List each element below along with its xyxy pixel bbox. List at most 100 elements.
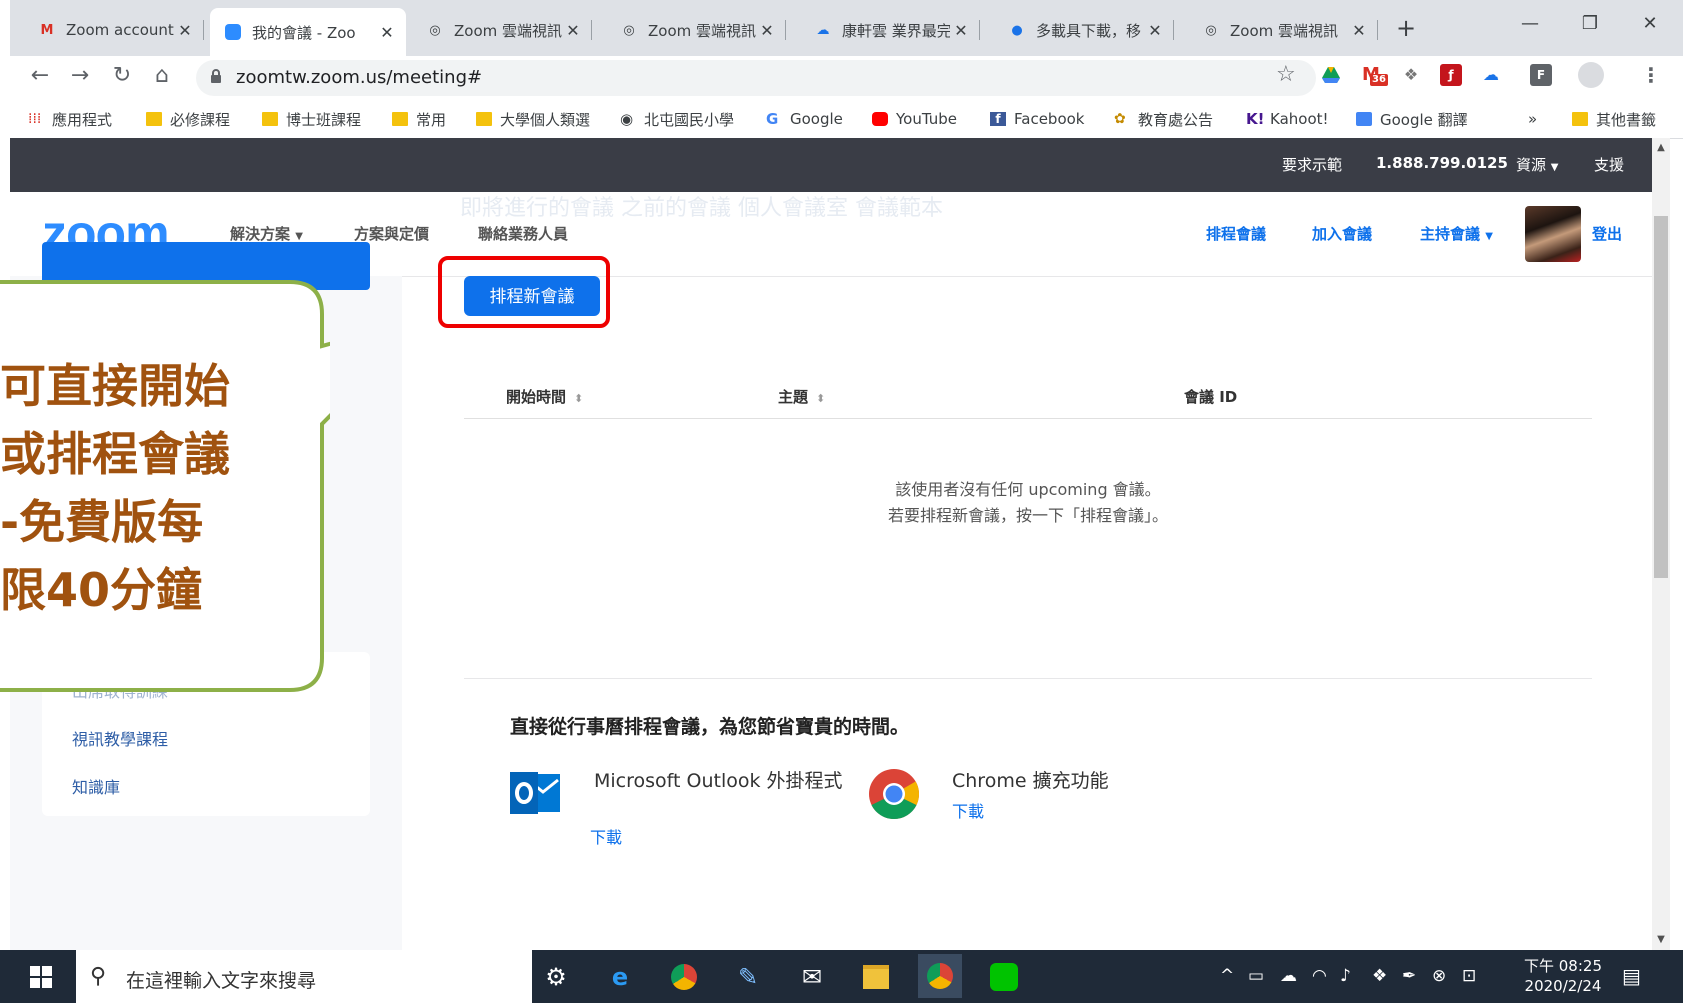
chrome-active-taskbar-icon[interactable]	[918, 954, 962, 998]
onedrive-icon[interactable]: ☁	[1280, 966, 1297, 986]
request-demo-link[interactable]: 要求示範	[1282, 154, 1342, 175]
caret-down-icon: ▼	[1550, 162, 1559, 173]
windows-start-icon[interactable]	[30, 966, 52, 988]
profile-icon[interactable]	[1578, 62, 1604, 88]
new-tab-button[interactable]: +	[1396, 14, 1416, 42]
close-icon[interactable]: ✕	[756, 21, 778, 40]
outlook-download-link[interactable]: 下載	[590, 824, 622, 848]
bookmark-other[interactable]: 其他書籤	[1572, 107, 1656, 131]
callout-line-2: 或排程會議	[0, 427, 230, 481]
cloud-ext-icon[interactable]: ☁	[1480, 64, 1502, 86]
column-topic[interactable]: 主題 ⬍	[778, 386, 825, 407]
back-button[interactable]: ←	[24, 60, 56, 92]
restore-button[interactable]: ❐	[1562, 8, 1618, 40]
close-icon[interactable]: ✕	[376, 23, 398, 42]
bookmark-star-icon[interactable]: ☆	[1276, 62, 1296, 87]
home-button[interactable]: ⌂	[146, 60, 178, 92]
url-text[interactable]: zoomtw.zoom.us/meeting#	[236, 64, 482, 92]
solutions-menu[interactable]: 解決方案 ▼	[230, 223, 303, 244]
close-icon[interactable]: ✕	[562, 21, 584, 40]
join-meeting-link[interactable]: 加入會議	[1312, 223, 1372, 244]
reload-button[interactable]: ↻	[106, 60, 138, 92]
battery-icon[interactable]: ▭	[1248, 966, 1264, 986]
close-icon[interactable]: ✕	[950, 21, 972, 40]
sidebar-link-video-tutorials[interactable]: 視訊教學課程	[72, 726, 168, 750]
clock[interactable]: 下午 08:25 2020/2/24	[1524, 956, 1602, 996]
bookmark-school[interactable]: ◉ 北屯國民小學	[620, 107, 734, 131]
scroll-up-arrow[interactable]: ▲	[1652, 142, 1670, 153]
notifications-icon[interactable]: ▤	[1622, 964, 1641, 988]
dropbox-icon[interactable]: ❖	[1400, 64, 1422, 86]
tab-zoom-3[interactable]: ◎ Zoom 雲端視訊 ✕	[1188, 10, 1378, 50]
host-meeting-menu[interactable]: 主持會議 ▼	[1420, 223, 1493, 244]
bookmark-folder-common[interactable]: 常用	[392, 107, 446, 131]
chrome-taskbar-icon[interactable]	[668, 962, 700, 992]
dropbox-tray-icon[interactable]: ❖	[1372, 966, 1387, 986]
support-link[interactable]: 支援	[1594, 154, 1624, 175]
paint-icon[interactable]: ✎	[732, 962, 764, 992]
bookmark-apps[interactable]: ⁞⁞⁞ 應用程式	[28, 107, 112, 131]
bookmark-youtube[interactable]: YouTube	[872, 107, 957, 131]
bookmark-kahoot[interactable]: K! Kahoot!	[1246, 107, 1329, 131]
wifi-icon[interactable]: ◠	[1312, 966, 1327, 986]
edge-icon[interactable]: e	[604, 962, 636, 992]
volume-icon[interactable]: ♪	[1340, 966, 1351, 986]
tab-zoom-1[interactable]: ◎ Zoom 雲端視訊 ✕	[412, 10, 592, 50]
drive-icon[interactable]	[1320, 64, 1342, 86]
gmail-checker-icon[interactable]: M36	[1360, 64, 1388, 86]
menu-dots-icon[interactable]: ⋮	[1640, 64, 1662, 86]
callout-line-4: 限40分鐘	[0, 563, 203, 617]
search-icon: ⚲	[90, 964, 107, 989]
close-icon[interactable]: ✕	[1348, 21, 1370, 40]
forward-button[interactable]: →	[64, 60, 96, 92]
close-icon[interactable]: ✕	[174, 21, 196, 40]
plans-link[interactable]: 方案與定價	[354, 223, 429, 244]
sync-icon[interactable]: ⊗	[1432, 966, 1446, 986]
caret-down-icon: ▼	[1485, 231, 1493, 242]
bookmark-folder-university[interactable]: 大學個人類選	[476, 107, 590, 131]
phone-link[interactable]: 1.888.799.0125	[1376, 154, 1508, 172]
tray-overflow-icon[interactable]: ^	[1220, 966, 1234, 986]
sort-icon: ⬍	[574, 392, 584, 405]
sign-out-link[interactable]: 登出	[1592, 223, 1622, 244]
tab-download[interactable]: ● 多載具下載，移 ✕	[994, 10, 1174, 50]
bookmarks-more[interactable]: »	[1528, 107, 1537, 131]
bookmark-google[interactable]: G Google	[766, 107, 843, 131]
taskbar-search-input[interactable]: 在這裡輸入文字來搜尋	[126, 966, 316, 993]
tab-kangxuan[interactable]: ☁ 康軒雲 業界最完 ✕	[800, 10, 980, 50]
schedule-meeting-link[interactable]: 排程會議	[1206, 223, 1266, 244]
caret-down-icon: ▼	[295, 231, 303, 242]
bookmark-translate[interactable]: Google 翻譯	[1356, 107, 1468, 131]
sidebar-link-knowledge-base[interactable]: 知識庫	[72, 774, 120, 798]
settings-gear-icon[interactable]: ⚙	[540, 962, 572, 992]
close-window-button[interactable]: ✕	[1622, 8, 1678, 40]
bookmark-folder-required[interactable]: 必修課程	[146, 107, 230, 131]
empty-state-line-2: 若要排程新會議，按一下「排程會議」。	[887, 506, 1168, 525]
flash-icon[interactable]: ƒ	[1440, 64, 1462, 86]
close-icon[interactable]: ✕	[1144, 21, 1166, 40]
feedly-icon[interactable]: F	[1530, 64, 1552, 86]
file-explorer-icon[interactable]	[860, 962, 892, 992]
lock-icon	[211, 69, 221, 83]
tab-my-meetings[interactable]: 我的會議 - Zoo ✕	[210, 8, 406, 56]
mail-icon[interactable]: ✉	[796, 962, 828, 992]
chrome-download-link[interactable]: 下載	[952, 798, 984, 822]
table-divider	[464, 418, 1592, 419]
pen-icon[interactable]: ✒	[1402, 966, 1416, 986]
bookmark-edu[interactable]: ✿ 教育處公告	[1114, 107, 1213, 131]
scroll-down-arrow[interactable]: ▼	[1652, 934, 1670, 945]
folder-icon	[392, 112, 408, 126]
avatar[interactable]	[1525, 206, 1581, 262]
bookmark-folder-phd[interactable]: 博士班課程	[262, 107, 361, 131]
bookmark-facebook[interactable]: f Facebook	[990, 107, 1084, 131]
tab-gmail[interactable]: M Zoom account ✕	[24, 10, 204, 50]
ime-icon[interactable]: ⊡	[1462, 966, 1476, 986]
column-start-time[interactable]: 開始時間 ⬍	[506, 386, 583, 407]
minimize-button[interactable]: —	[1502, 8, 1558, 40]
tab-zoom-2[interactable]: ◎ Zoom 雲端視訊 ✕	[606, 10, 786, 50]
globe-icon: ◉	[620, 110, 634, 128]
contact-sales-link[interactable]: 聯絡業務人員	[478, 223, 568, 244]
resources-menu[interactable]: 資源 ▼	[1516, 154, 1559, 175]
scrollbar-thumb[interactable]	[1654, 216, 1668, 578]
line-app-icon[interactable]	[988, 962, 1020, 992]
